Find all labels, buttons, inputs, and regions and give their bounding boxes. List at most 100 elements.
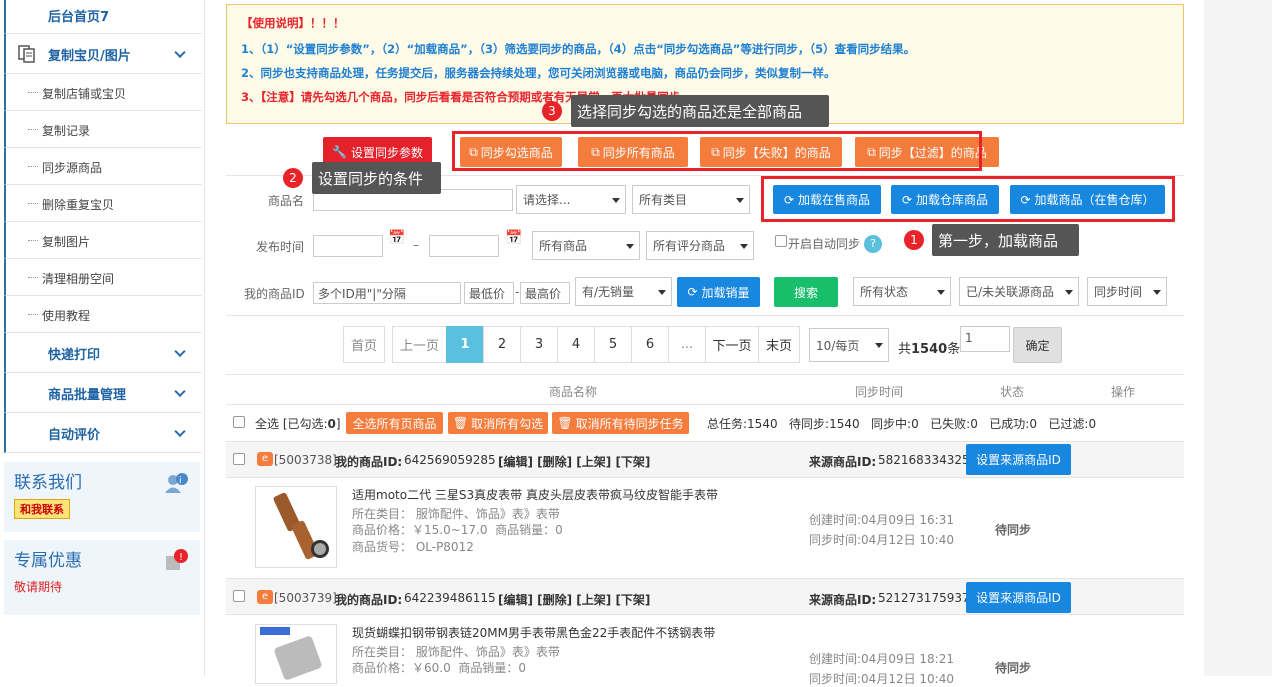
sidebar-item-label: 快递打印 xyxy=(48,348,101,363)
calendar-icon[interactable]: 📅 xyxy=(505,230,522,246)
contact-button[interactable]: 和我联系 xyxy=(14,499,70,519)
tip-step-2: 设置同步的条件 xyxy=(312,162,441,194)
sidebar-item-express[interactable]: 快递打印 xyxy=(4,333,202,373)
sidebar-subitem-label: 删除重复宝贝 xyxy=(42,198,115,212)
page-gutter xyxy=(1204,0,1272,676)
goto-confirm-button[interactable]: 确定 xyxy=(1013,327,1062,363)
item-id-label: 我的商品ID: xyxy=(335,593,403,607)
status-select[interactable]: 所有状态 xyxy=(853,277,951,306)
sidebar-item-label: 自动评价 xyxy=(48,428,101,443)
tree-line xyxy=(28,166,38,167)
caret-down-icon xyxy=(875,343,883,348)
cancel-tasks-button[interactable]: 🗑 取消所有待同步任务 xyxy=(552,412,689,434)
select-all-pages-button[interactable]: 全选所有页商品 xyxy=(346,412,443,434)
pager-first[interactable]: 首页 xyxy=(343,326,385,363)
rating-select[interactable]: 所有评分商品 xyxy=(646,231,754,260)
auto-sync-checkbox[interactable] xyxy=(775,235,787,247)
pager-prev[interactable]: 上一页 xyxy=(392,326,447,363)
caret-down-icon xyxy=(736,197,744,203)
sales-select[interactable]: 有/无销量 xyxy=(575,277,672,306)
sidebar-subitem-label: 复制图片 xyxy=(42,235,91,249)
tree-line xyxy=(28,92,38,93)
relation-select[interactable]: 已/未关联源商品 xyxy=(959,277,1079,306)
pager-page[interactable]: 4 xyxy=(557,326,595,363)
item-category: 所在类目： 服饰配件、饰品》表》表带 xyxy=(352,645,560,659)
sidebar-subitem[interactable]: 复制图片 xyxy=(4,222,202,259)
cancel-all-button[interactable]: 🗑 取消所有勾选 xyxy=(448,412,548,434)
goto-page-input[interactable]: 1 xyxy=(960,326,1010,352)
max-price-input[interactable]: 最高价 xyxy=(520,282,570,304)
pager-page[interactable]: 5 xyxy=(594,326,632,363)
tree-line xyxy=(28,314,38,315)
sidebar-item-label: 复制宝贝/图片 xyxy=(48,49,131,64)
name-select[interactable]: 请选择... xyxy=(516,185,626,214)
source-id-label: 来源商品ID: xyxy=(809,593,877,607)
sidebar-subitem[interactable]: 清理相册空间 xyxy=(4,259,202,296)
shop-icon: e xyxy=(257,590,273,604)
pager-page[interactable]: 3 xyxy=(520,326,558,363)
source-id: 521273175937 xyxy=(878,591,970,605)
sidebar-subitem[interactable]: 复制店铺或宝贝 xyxy=(4,74,202,111)
step-badge-1: 1 xyxy=(904,230,924,250)
pager-last[interactable]: 末页 xyxy=(758,326,800,363)
item-image xyxy=(255,624,337,684)
min-price-input[interactable]: 最低价 xyxy=(464,282,514,304)
category-select[interactable]: 所有类目 xyxy=(632,185,750,214)
sidebar-subitem[interactable]: 复制记录 xyxy=(4,111,202,148)
divider xyxy=(226,404,1184,405)
item-title[interactable]: 适用moto二代 三星S3真皮表带 真皮头层皮表带疯马纹皮智能手表带 xyxy=(352,486,718,503)
sidebar-subitem-label: 使用教程 xyxy=(42,309,91,323)
pager-page[interactable]: 1 xyxy=(446,326,484,363)
goods-select[interactable]: 所有商品 xyxy=(532,231,640,260)
contact-panel: 联系我们 i 和我联系 xyxy=(4,462,200,532)
pager-page[interactable]: 6 xyxy=(631,326,669,363)
sidebar-subitem[interactable]: 同步源商品 xyxy=(4,148,202,185)
item-title[interactable]: 现货蝴蝶扣钢带钢表链20MM男手表带黑色金22手表配件不锈钢表带 xyxy=(352,624,715,641)
sidebar-item-label: 后台首页7 xyxy=(48,10,110,25)
sidebar-subitem[interactable]: 使用教程 xyxy=(4,296,202,333)
chevron-down-icon xyxy=(174,385,186,397)
sidebar-item-copy[interactable]: 复制宝贝/图片 xyxy=(4,34,202,74)
date-start-input[interactable] xyxy=(313,235,383,257)
item-created-time: 创建时间:04月09日 16:31 xyxy=(809,513,954,527)
search-button[interactable]: 搜索 xyxy=(774,277,838,307)
sync-time-select[interactable]: 同步时间 xyxy=(1087,277,1167,306)
pager-page[interactable]: 2 xyxy=(483,326,521,363)
help-icon[interactable]: ? xyxy=(864,235,882,253)
load-sales-button[interactable]: ⟳ 加载销量 xyxy=(677,277,760,307)
sidebar-item-review[interactable]: 自动评价 xyxy=(4,413,202,453)
price-separator: - xyxy=(515,285,520,299)
sidebar-subitem[interactable]: 删除重复宝贝 xyxy=(4,185,202,222)
select-all-checkbox[interactable] xyxy=(233,416,245,428)
tip-step-1: 第一步，加载商品 xyxy=(932,224,1079,256)
item-category: 所在类目： 服饰配件、饰品》表》表带 xyxy=(352,507,560,521)
item-code: [5003738] xyxy=(274,453,337,467)
pager-next[interactable]: 下一页 xyxy=(705,326,759,363)
sidebar-subitem-label: 复制店铺或宝贝 xyxy=(42,87,127,101)
item-id: 642239486115 xyxy=(404,591,496,605)
item-id-label: 我的商品ID: xyxy=(335,455,403,469)
sidebar-item-home[interactable]: 后台首页7 xyxy=(4,0,202,34)
divider xyxy=(226,374,1184,375)
copy-icon xyxy=(18,45,36,63)
item-created-time: 创建时间:04月09日 18:21 xyxy=(809,652,954,666)
set-source-id-button[interactable]: 设置来源商品ID xyxy=(966,582,1071,613)
id-input[interactable]: 多个ID用"|"分隔 xyxy=(313,282,461,304)
caret-down-icon xyxy=(937,289,945,295)
item-checkbox[interactable] xyxy=(233,590,245,602)
set-source-id-button[interactable]: 设置来源商品ID xyxy=(966,444,1071,475)
date-end-input[interactable] xyxy=(429,235,499,257)
sidebar-item-batch[interactable]: 商品批量管理 xyxy=(4,373,202,413)
caret-down-icon xyxy=(1065,289,1073,295)
item-checkbox[interactable] xyxy=(233,453,245,465)
item-price: 商品价格：￥15.0~17.0 商品销量：0 xyxy=(352,523,563,537)
promo-title: 专属优惠 xyxy=(14,551,82,571)
item-sku: 商品货号： OL-P8012 xyxy=(352,540,474,554)
sidebar-subitem-label: 复制记录 xyxy=(42,124,91,138)
promo-panel: 专属优惠 ! 敬请期待 xyxy=(4,540,200,615)
sidebar-item-label: 商品批量管理 xyxy=(48,388,127,403)
item-ops[interactable]: [编辑] [删除] [上架] [下架] xyxy=(498,453,650,470)
per-page-select[interactable]: 10/每页 xyxy=(809,328,889,362)
calendar-icon[interactable]: 📅 xyxy=(388,230,405,246)
item-ops[interactable]: [编辑] [删除] [上架] [下架] xyxy=(498,591,650,608)
